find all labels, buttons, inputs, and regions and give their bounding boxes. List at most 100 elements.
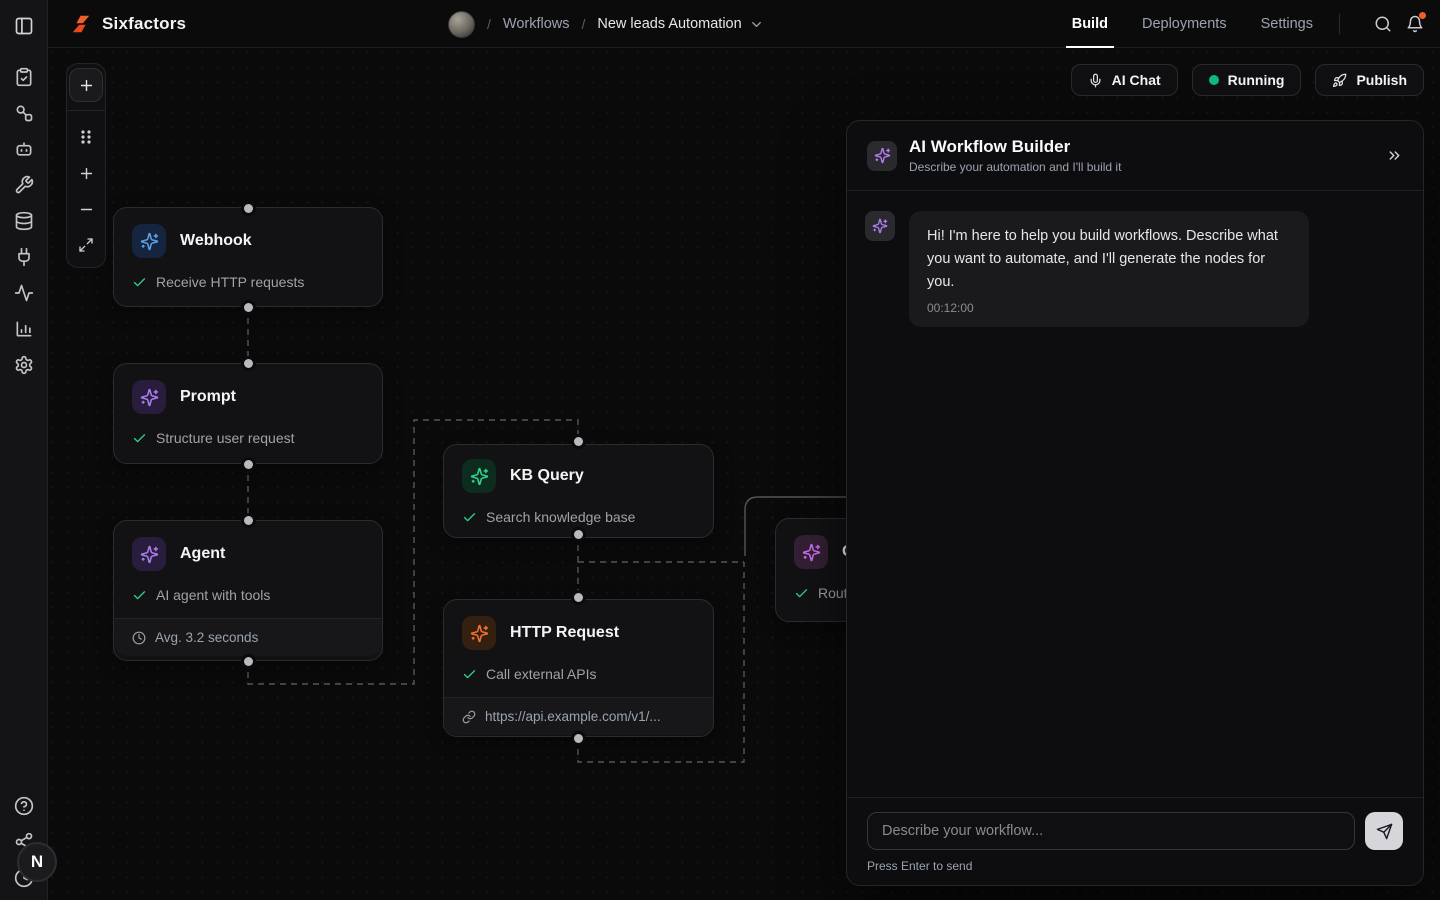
brand-name: Sixfactors bbox=[102, 14, 186, 34]
tab-settings[interactable]: Settings bbox=[1261, 16, 1313, 32]
sparkles-icon bbox=[462, 459, 496, 493]
connection-handle[interactable] bbox=[244, 303, 253, 312]
assistant-message: Hi! I'm here to help you build workflows… bbox=[865, 211, 1405, 327]
node-kb-query[interactable]: KB Query Search knowledge base bbox=[443, 444, 714, 538]
zoom-in-button[interactable] bbox=[69, 155, 103, 191]
panel-title: AI Workflow Builder bbox=[909, 137, 1121, 157]
connection-handle[interactable] bbox=[574, 437, 583, 446]
collapse-panel-icon[interactable] bbox=[1386, 147, 1403, 164]
activity-icon[interactable] bbox=[14, 283, 34, 303]
connection-handle[interactable] bbox=[574, 734, 583, 743]
node-http-request[interactable]: HTTP Request Call external APIs https://… bbox=[443, 599, 714, 737]
node-prompt[interactable]: Prompt Structure user request bbox=[113, 363, 383, 464]
connection-handle[interactable] bbox=[244, 204, 253, 213]
canvas-toolbar bbox=[66, 63, 106, 268]
help-circle-icon[interactable] bbox=[14, 796, 34, 816]
notifications-bell-icon[interactable] bbox=[1406, 15, 1424, 33]
connection-handle[interactable] bbox=[244, 460, 253, 469]
canvas-actions: AI Chat Running Publish bbox=[1071, 64, 1424, 96]
connection-handle[interactable] bbox=[244, 657, 253, 666]
publish-button[interactable]: Publish bbox=[1315, 64, 1424, 96]
node-webhook[interactable]: Webhook Receive HTTP requests bbox=[113, 207, 383, 307]
sparkles-icon bbox=[867, 141, 897, 171]
database-icon[interactable] bbox=[14, 211, 34, 231]
clipboard-check-icon[interactable] bbox=[14, 67, 34, 87]
fit-view-button[interactable] bbox=[69, 227, 103, 263]
node-subtitle: Receive HTTP requests bbox=[156, 274, 304, 290]
bot-icon[interactable] bbox=[14, 139, 34, 159]
sparkles-icon bbox=[132, 537, 166, 571]
panel-header: AI Workflow Builder Describe your automa… bbox=[847, 121, 1423, 191]
notification-dot bbox=[1419, 12, 1426, 19]
node-subtitle: Structure user request bbox=[156, 430, 295, 446]
node-url: https://api.example.com/v1/... bbox=[485, 709, 661, 724]
running-label: Running bbox=[1228, 72, 1285, 88]
sparkles-icon bbox=[132, 380, 166, 414]
toolbar-divider bbox=[66, 110, 106, 111]
ai-chat-label: AI Chat bbox=[1112, 72, 1161, 88]
add-node-button[interactable] bbox=[69, 68, 103, 102]
ai-workflow-builder-panel: AI Workflow Builder Describe your automa… bbox=[846, 120, 1424, 886]
bar-chart-icon[interactable] bbox=[14, 319, 34, 339]
node-title: Prompt bbox=[180, 388, 236, 406]
sidebar-toggle-icon[interactable] bbox=[14, 16, 34, 36]
publish-label: Publish bbox=[1356, 72, 1407, 88]
connection-handle[interactable] bbox=[244, 359, 253, 368]
workflow-canvas[interactable]: AI Chat Running Publish Webhook Receive … bbox=[48, 48, 1440, 900]
check-icon bbox=[462, 510, 477, 525]
workflow-prompt-input[interactable] bbox=[867, 812, 1355, 850]
node-title: HTTP Request bbox=[510, 624, 619, 642]
settings-gear-icon[interactable] bbox=[14, 355, 34, 375]
message-timestamp: 00:12:00 bbox=[927, 301, 1291, 315]
user-initial-avatar[interactable]: N bbox=[17, 842, 57, 882]
breadcrumb: / Workflows / New leads Automation bbox=[448, 0, 764, 48]
tab-deployments[interactable]: Deployments bbox=[1142, 16, 1227, 32]
user-avatar[interactable] bbox=[448, 11, 475, 38]
ai-chat-button[interactable]: AI Chat bbox=[1071, 64, 1178, 96]
node-title: KB Query bbox=[510, 467, 584, 485]
grip-handle-icon[interactable] bbox=[69, 119, 103, 155]
check-icon bbox=[794, 586, 809, 601]
sparkles-icon bbox=[132, 224, 166, 258]
plug-icon[interactable] bbox=[14, 247, 34, 267]
wrench-icon[interactable] bbox=[14, 175, 34, 195]
connection-handle[interactable] bbox=[574, 530, 583, 539]
workflow-name-menu[interactable]: New leads Automation bbox=[597, 16, 763, 32]
chevron-down-icon bbox=[749, 17, 764, 32]
send-button[interactable] bbox=[1365, 812, 1403, 850]
topbar: Sixfactors / Workflows / New leads Autom… bbox=[48, 0, 1440, 48]
mic-icon bbox=[1088, 73, 1103, 88]
node-subtitle: Search knowledge base bbox=[486, 509, 635, 525]
sidebar-nav bbox=[14, 67, 34, 375]
breadcrumb-workflows[interactable]: Workflows bbox=[503, 16, 570, 32]
search-icon[interactable] bbox=[1374, 15, 1392, 33]
chat-messages[interactable]: Hi! I'm here to help you build workflows… bbox=[847, 191, 1423, 797]
workflow-name: New leads Automation bbox=[597, 16, 741, 32]
running-status-badge[interactable]: Running bbox=[1192, 64, 1302, 96]
brand[interactable]: Sixfactors bbox=[70, 13, 186, 35]
node-title: Agent bbox=[180, 545, 225, 563]
node-title: Webhook bbox=[180, 232, 252, 250]
sparkles-icon bbox=[865, 211, 895, 241]
node-metric: Avg. 3.2 seconds bbox=[155, 630, 258, 645]
sixfactors-logo-icon bbox=[70, 13, 92, 35]
tab-build[interactable]: Build bbox=[1072, 16, 1108, 32]
check-icon bbox=[132, 588, 147, 603]
topbar-right: Build Deployments Settings bbox=[1038, 14, 1424, 34]
zoom-out-button[interactable] bbox=[69, 191, 103, 227]
composer-area: Press Enter to send bbox=[847, 797, 1423, 885]
check-icon bbox=[132, 431, 147, 446]
node-subtitle: AI agent with tools bbox=[156, 587, 270, 603]
message-bubble: Hi! I'm here to help you build workflows… bbox=[909, 211, 1309, 327]
node-subtitle: Call external APIs bbox=[486, 666, 597, 682]
breadcrumb-separator: / bbox=[582, 16, 586, 32]
message-text: Hi! I'm here to help you build workflows… bbox=[927, 225, 1291, 295]
connection-handle[interactable] bbox=[574, 593, 583, 602]
sparkles-icon bbox=[462, 616, 496, 650]
running-dot bbox=[1209, 75, 1219, 85]
node-agent[interactable]: Agent AI agent with tools Avg. 3.2 secon… bbox=[113, 520, 383, 661]
workflow-icon[interactable] bbox=[14, 103, 34, 123]
connection-handle[interactable] bbox=[244, 516, 253, 525]
topbar-divider bbox=[1339, 14, 1340, 34]
sparkles-icon bbox=[794, 535, 828, 569]
